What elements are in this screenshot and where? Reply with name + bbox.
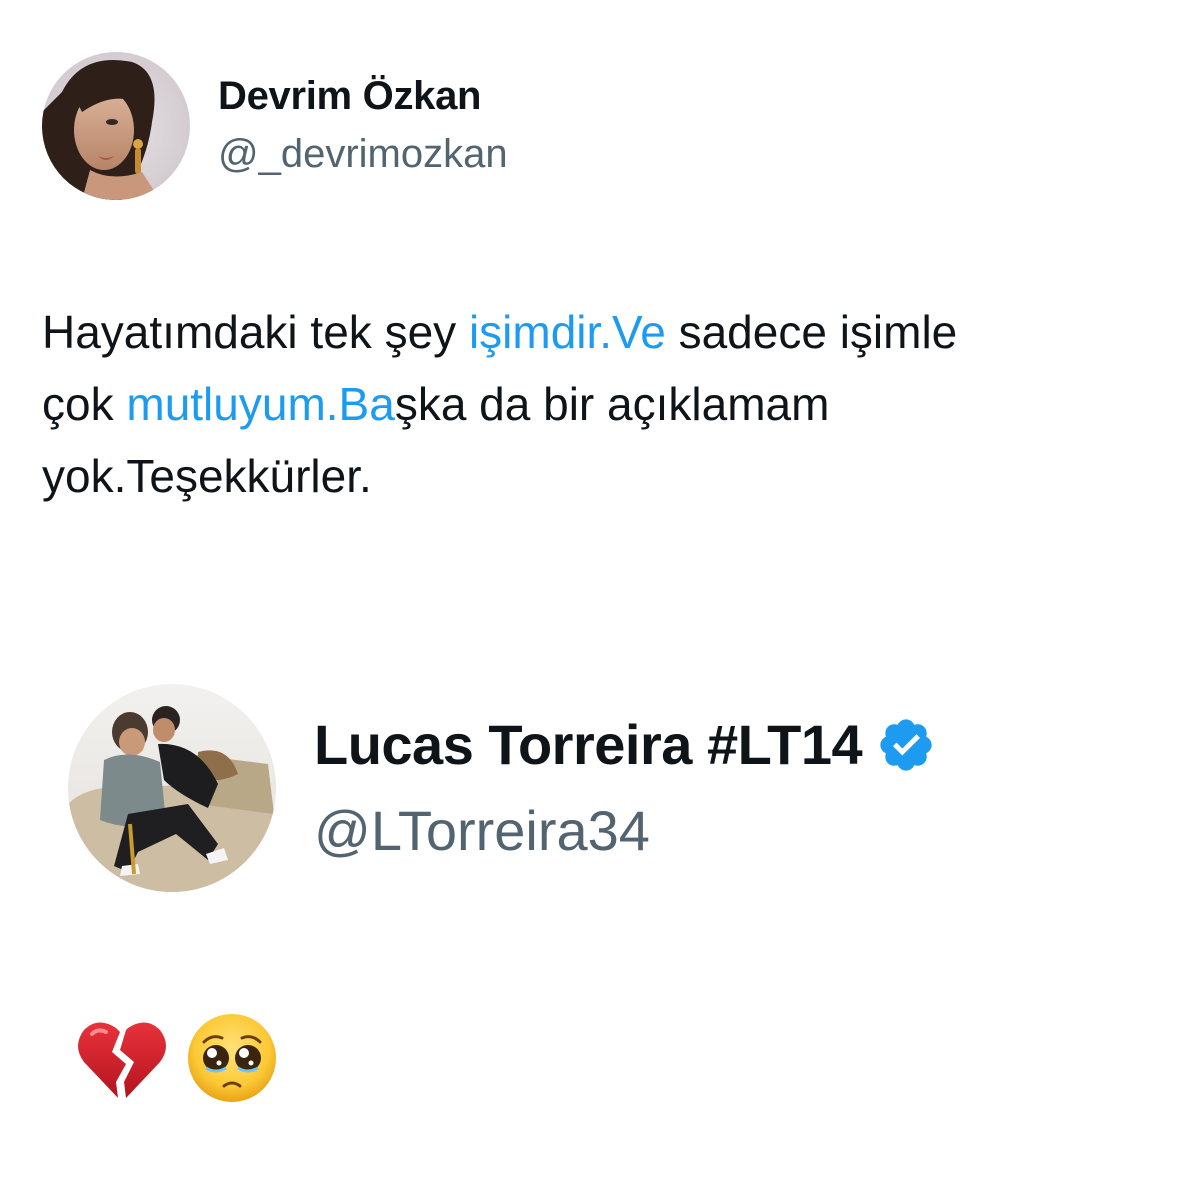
author-name[interactable]: Devrim Özkan <box>218 74 481 119</box>
hashtag-link[interactable]: işimdir.Ve <box>469 306 666 358</box>
text-segment: sadece işimle <box>665 306 958 358</box>
broken-heart-icon <box>78 1022 166 1098</box>
tweet-text-line: Hayatımdaki tek şey işimdir.Ve sadece iş… <box>42 296 1192 368</box>
reply-author-handle[interactable]: @LTorreira34 <box>314 798 650 863</box>
profile-photo-icon <box>42 52 190 200</box>
tweet-text-line: çok mutluyum.Başka da bir açıklamam <box>42 368 1192 440</box>
tweet-text-line: yok.Teşekkürler. <box>42 440 1192 512</box>
pleading-face-icon <box>188 1014 276 1102</box>
text-segment: çok <box>42 378 127 430</box>
text-segment: Hayatımdaki tek şey <box>42 306 469 358</box>
verified-badge-icon <box>880 718 932 771</box>
tweet-devrim: Devrim Özkan @_devrimozkan Hayatımdaki t… <box>0 0 1200 600</box>
reply-text <box>76 1012 296 1104</box>
author-handle[interactable]: @_devrimozkan <box>218 132 508 177</box>
reply-author-name-text: Lucas Torreira #LT14 <box>314 713 863 776</box>
text-segment: şka da bir açıklamam <box>394 378 830 430</box>
tweet-text: Hayatımdaki tek şey işimdir.Ve sadece iş… <box>42 296 1192 512</box>
avatar-lucas[interactable] <box>68 684 276 892</box>
profile-photo-icon <box>68 684 276 892</box>
hashtag-link[interactable]: mutluyum.Ba <box>126 378 394 430</box>
avatar-devrim[interactable] <box>42 52 190 200</box>
text-segment: yok.Teşekkürler. <box>42 450 372 502</box>
reply-author-name[interactable]: Lucas Torreira #LT14 <box>314 712 936 777</box>
